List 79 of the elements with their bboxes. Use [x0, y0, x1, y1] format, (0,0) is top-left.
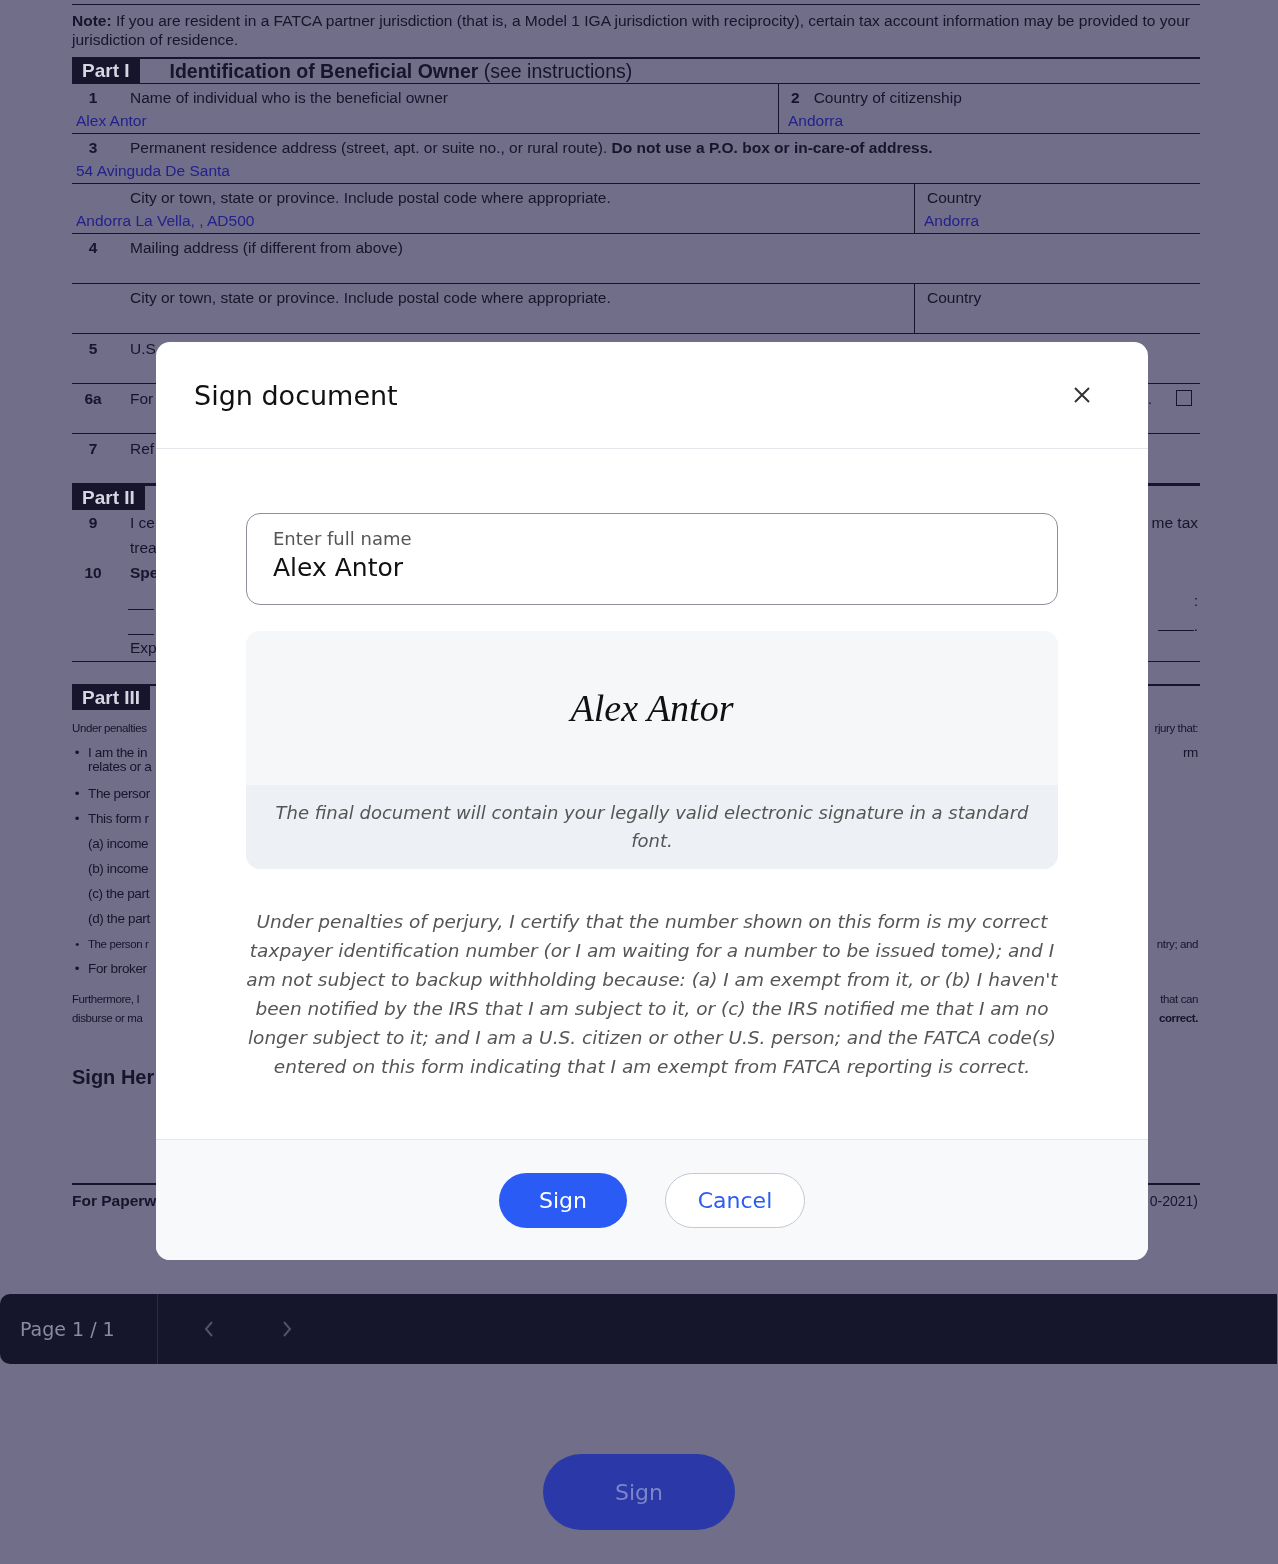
close-icon[interactable] [1073, 386, 1091, 404]
checkbox[interactable] [1176, 390, 1192, 406]
cancel-button[interactable]: Cancel [665, 1172, 805, 1228]
part-label: Part III [72, 686, 151, 710]
note-text: Note: If you are resident in a FATCA partner jurisdiction (that is, a Model 1 IGA jurisdiction with reciprocity), certain tax account information may be provided to your jurisdiction of residence. [72, 4, 1200, 57]
form-text: (d) the part [88, 911, 150, 926]
line-number: 10 [84, 563, 102, 581]
field-label: Mailing address (if different from above) [130, 239, 403, 257]
field-label: City or town, state or province. Include postal code where appropriate. [130, 189, 611, 207]
form-text: (c) the part [88, 886, 150, 901]
form-text: . [1193, 617, 1198, 635]
form-text: : [1193, 592, 1198, 610]
form-text: (a) income [88, 836, 149, 851]
bullet: • [75, 937, 79, 950]
field-label: City or town, state or province. Include postal code where appropriate. [130, 289, 611, 307]
form-text: that can [1160, 993, 1198, 1005]
form-text: Under penalties [72, 722, 147, 734]
form-text: disburse or ma [72, 1012, 143, 1024]
bullet: • [74, 745, 80, 760]
line-number: 3 [87, 139, 99, 157]
line-number: 4 [87, 239, 99, 257]
field-value: Andorra [924, 211, 981, 231]
field-label: Permanent residence address (street, apt. or suite no., or rural route). Do not use a P.O. box or in-care-of address. [130, 139, 933, 157]
sign-button[interactable]: Sign [543, 1454, 735, 1530]
form-text: . [1147, 390, 1152, 408]
part-label: Part II [72, 486, 145, 510]
form-text: U.S [130, 340, 156, 358]
floating-label: Enter full name [273, 528, 413, 549]
form-text: rm [1182, 745, 1198, 760]
signature-text: Alex Antor [570, 686, 734, 730]
form-text: Furthermore, I [72, 993, 140, 1005]
form-text: Ref [130, 440, 155, 458]
form-text: Sign Her [72, 1065, 155, 1089]
form-text: For broker [88, 961, 147, 976]
line-number: 9 [88, 513, 98, 531]
line-number: 1 [87, 89, 99, 107]
form-text: 0-2021) [1149, 1193, 1198, 1209]
form-text: The person r [88, 937, 149, 950]
form-text: me tax [1151, 513, 1198, 532]
field-label: Country [927, 289, 982, 307]
name-input[interactable]: Alex Antor [273, 553, 1031, 582]
part-label: Part I [72, 59, 140, 83]
form-text: I ce [130, 513, 155, 532]
name-field[interactable]: Enter full name Alex Antor [246, 513, 1058, 605]
form-text: trea [130, 538, 157, 557]
form-text: rjury that: [1154, 722, 1198, 734]
field-label: Country of citizenship [813, 89, 962, 107]
line-number: 6a [84, 390, 102, 407]
form-text: relates or a [88, 758, 152, 774]
part-title: Identification of Beneficial Owner (see instructions) [169, 59, 633, 83]
form-text: (b) income [88, 861, 149, 876]
form-text: This form r [88, 811, 149, 826]
form-text: ntry; and [1156, 937, 1198, 950]
form-text: correct. [1159, 1012, 1198, 1024]
form-text: The persor [88, 786, 150, 801]
form-text: For Paperw [72, 1192, 157, 1210]
field-value: Andorra La Vella, , AD500 [75, 211, 256, 231]
page-label: Page 1 / 1 [19, 1318, 116, 1340]
sign-button[interactable]: Sign [499, 1172, 627, 1228]
dialog-title: Sign document [194, 379, 398, 411]
line-number: 2 [791, 89, 800, 107]
certification-text: Under penalties of perjury, I certify that the number shown on this form is my correct taxpayer identification number (or I am waiting for a number to be issued tome); and I am not subject to backup withholding because: (a) I am exempt from it, or (b) I haven't been notified by the IRS that I am subject to it, or (c) the IRS notified me that I am no longer subject to it; and I am a U.S. citizen or other U.S. person; and the FATCA code(s) entered on this form indicating that I am exempt from FATCA reporting is correct. [245, 910, 1059, 1079]
bullet: • [74, 811, 80, 826]
bullet: • [74, 786, 80, 801]
bullet: • [74, 961, 80, 976]
field-value: Alex Antor [75, 111, 148, 131]
line-number: 7 [88, 440, 98, 457]
field-label: Name of individual who is the beneficial owner [130, 89, 448, 107]
field-label: Country [927, 189, 982, 207]
form-text: I am the in [88, 745, 148, 760]
field-value: Andorra [788, 111, 845, 131]
next-page-icon[interactable] [281, 1320, 293, 1338]
preview-note: The final document will contain your legally valid electronic signature in a standard font. [275, 802, 1029, 851]
form-text: Exp [130, 639, 157, 657]
form-text: For [130, 390, 154, 408]
previous-page-icon[interactable] [203, 1320, 215, 1338]
field-value: 54 Avinguda De Santa [75, 161, 231, 181]
line-number: 5 [88, 340, 98, 357]
form-text: Spe [130, 563, 159, 582]
